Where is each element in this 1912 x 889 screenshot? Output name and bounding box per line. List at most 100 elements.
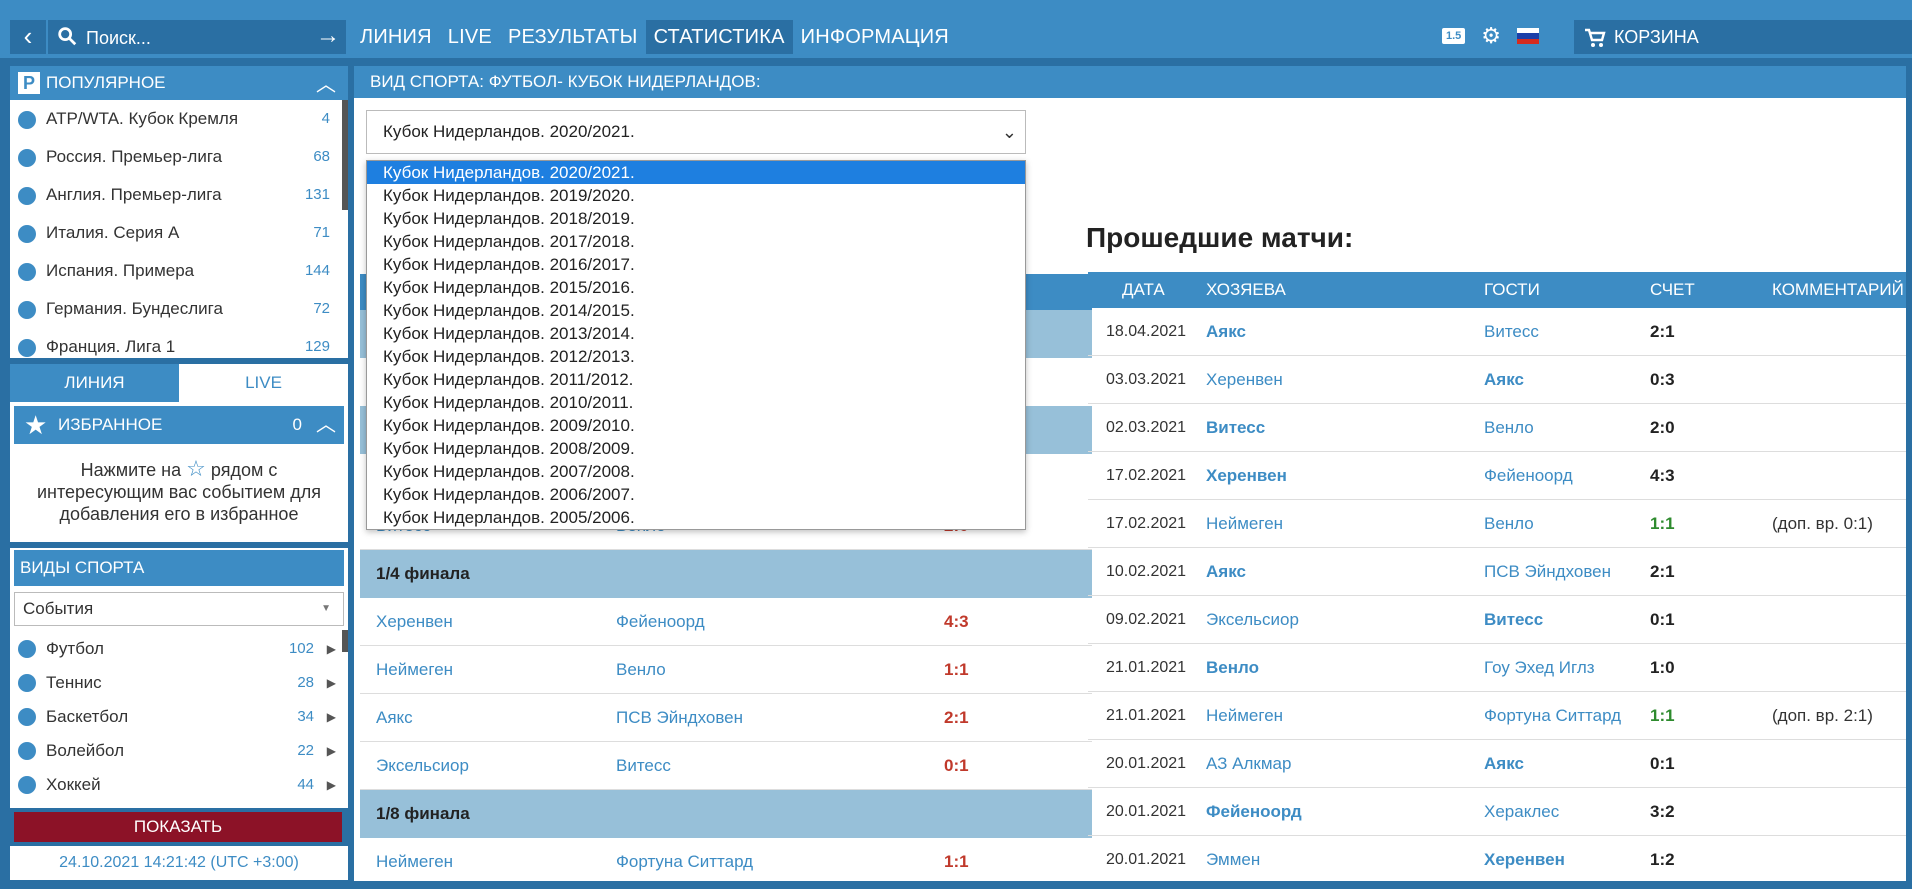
season-option[interactable]: Кубок Нидерландов. 2015/2016.: [367, 276, 1025, 299]
sport-item-basketball[interactable]: Баскетбол 34 ▶: [10, 700, 348, 734]
search-box[interactable]: Поиск... →: [48, 20, 346, 54]
sport-item-volleyball[interactable]: Волейбол 22 ▶: [10, 734, 348, 768]
season-option[interactable]: Кубок Нидерландов. 2008/2009.: [367, 437, 1025, 460]
popular-item[interactable]: Франция. Лига 1 129: [10, 328, 348, 358]
sport-item-football[interactable]: Футбол 102 ▶: [10, 632, 348, 666]
season-option[interactable]: Кубок Нидерландов. 2009/2010.: [367, 414, 1025, 437]
nav-statistics[interactable]: СТАТИСТИКА: [645, 20, 793, 54]
home-team[interactable]: Неймеген: [376, 838, 453, 881]
season-option[interactable]: Кубок Нидерландов. 2007/2008.: [367, 460, 1025, 483]
chevron-up-icon[interactable]: ︿: [316, 406, 336, 444]
guest-team[interactable]: Витесс: [1484, 308, 1539, 356]
popular-item[interactable]: Англия. Премьер-лига 131: [10, 176, 348, 214]
table-row[interactable]: Херенвен Фейеноорд 4:3: [360, 598, 1092, 646]
home-team[interactable]: Неймеген: [376, 646, 453, 694]
table-row[interactable]: 20.01.2021 Фейеноорд Хераклес 3:2: [1088, 788, 1906, 836]
season-option[interactable]: Кубок Нидерландов. 2010/2011.: [367, 391, 1025, 414]
home-team[interactable]: Херенвен: [376, 598, 453, 646]
odds-format-badge[interactable]: 1.5: [1442, 28, 1466, 44]
col-home[interactable]: ХОЗЯЕВА: [1206, 272, 1286, 308]
home-team[interactable]: АЗ Алкмар: [1206, 740, 1291, 788]
table-row[interactable]: 17.02.2021 Неймеген Венло 1:1 (доп. вр. 0:1): [1088, 500, 1906, 548]
guest-team[interactable]: Витесс: [616, 742, 671, 790]
guest-team[interactable]: Фортуна Ситтард: [1484, 692, 1621, 740]
season-option[interactable]: Кубок Нидерландов. 2011/2012.: [367, 368, 1025, 391]
nav-line[interactable]: ЛИНИЯ: [352, 20, 440, 54]
popular-scrollbar[interactable]: [342, 100, 348, 210]
col-comment[interactable]: КОММЕНТАРИЙ: [1772, 272, 1904, 308]
guest-team[interactable]: Витесс: [1484, 596, 1543, 644]
tab-line[interactable]: ЛИНИЯ: [10, 364, 179, 402]
table-row[interactable]: 10.02.2021 Аякс ПСВ Эйндховен 2:1: [1088, 548, 1906, 596]
back-arrow-icon[interactable]: ‹: [10, 20, 46, 54]
popular-header[interactable]: P ПОПУЛЯРНОЕ ︿: [10, 66, 348, 100]
search-submit-arrow-icon[interactable]: →: [316, 22, 340, 50]
guest-team[interactable]: Венло: [1484, 404, 1534, 452]
popular-item[interactable]: Германия. Бундеслига 72: [10, 290, 348, 328]
guest-team[interactable]: ПСВ Эйндховен: [1484, 548, 1611, 596]
table-row[interactable]: 21.01.2021 Венло Гоу Эхед Иглз 1:0: [1088, 644, 1906, 692]
table-row[interactable]: Неймеген Венло 1:1: [360, 646, 1092, 694]
home-team[interactable]: Фейеноорд: [1206, 788, 1302, 836]
chevron-up-icon[interactable]: ︿: [316, 68, 336, 102]
home-team[interactable]: Аякс: [376, 694, 413, 742]
table-row[interactable]: 17.02.2021 Херенвен Фейеноорд 4:3: [1088, 452, 1906, 500]
home-team[interactable]: Херенвен: [1206, 452, 1287, 500]
guest-team[interactable]: Венло: [1484, 500, 1534, 548]
popular-item[interactable]: Испания. Примера 144: [10, 252, 348, 290]
popular-item[interactable]: Россия. Премьер-лига 68: [10, 138, 348, 176]
guest-team[interactable]: Гоу Эхед Иглз: [1484, 644, 1595, 692]
home-team[interactable]: Аякс: [1206, 548, 1246, 596]
col-date[interactable]: ДАТА: [1122, 272, 1165, 308]
search-input[interactable]: Поиск...: [86, 28, 151, 49]
table-row[interactable]: 09.02.2021 Эксельсиор Витесс 0:1: [1088, 596, 1906, 644]
table-row[interactable]: Аякс ПСВ Эйндховен 2:1: [360, 694, 1092, 742]
guest-team[interactable]: Хераклес: [1484, 788, 1559, 836]
home-team[interactable]: Аякс: [1206, 308, 1246, 356]
sports-scrollbar[interactable]: [342, 630, 348, 652]
home-team[interactable]: Херенвен: [1206, 356, 1283, 404]
guest-team[interactable]: Аякс: [1484, 740, 1524, 788]
season-select[interactable]: Кубок Нидерландов. 2020/2021. ⌄: [366, 110, 1026, 154]
season-option[interactable]: Кубок Нидерландов. 2018/2019.: [367, 207, 1025, 230]
home-team[interactable]: Эксельсиор: [1206, 596, 1299, 644]
season-option[interactable]: Кубок Нидерландов. 2016/2017.: [367, 253, 1025, 276]
tab-live[interactable]: LIVE: [179, 364, 348, 402]
home-team[interactable]: Венло: [1206, 644, 1259, 692]
page-scrollbar[interactable]: [1906, 62, 1912, 889]
season-option[interactable]: Кубок Нидерландов. 2006/2007.: [367, 483, 1025, 506]
table-row[interactable]: Эксельсиор Витесс 0:1: [360, 742, 1092, 790]
sport-item-hockey[interactable]: Хоккей 44 ▶: [10, 768, 348, 802]
table-row[interactable]: 18.04.2021 Аякс Витесс 2:1: [1088, 308, 1906, 356]
russian-flag-icon[interactable]: [1517, 28, 1540, 44]
season-option[interactable]: Кубок Нидерландов. 2020/2021.: [367, 161, 1025, 184]
gear-icon[interactable]: ⚙: [1481, 24, 1501, 48]
popular-item[interactable]: ATP/WTA. Кубок Кремля 4: [10, 100, 348, 138]
season-option[interactable]: Кубок Нидерландов. 2012/2013.: [367, 345, 1025, 368]
favorites-header[interactable]: ★ ИЗБРАННОЕ 0 ︿: [14, 406, 344, 444]
guest-team[interactable]: ПСВ Эйндховен: [616, 694, 743, 742]
guest-team[interactable]: Фейеноорд: [1484, 452, 1573, 500]
popular-item[interactable]: Италия. Серия А 71: [10, 214, 348, 252]
table-row[interactable]: 03.03.2021 Херенвен Аякс 0:3: [1088, 356, 1906, 404]
season-option[interactable]: Кубок Нидерландов. 2013/2014.: [367, 322, 1025, 345]
season-option[interactable]: Кубок Нидерландов. 2005/2006.: [367, 506, 1025, 529]
guest-team[interactable]: Херенвен: [1484, 836, 1565, 881]
nav-info[interactable]: ИНФОРМАЦИЯ: [793, 20, 957, 54]
home-team[interactable]: Неймеген: [1206, 500, 1283, 548]
season-option[interactable]: Кубок Нидерландов. 2017/2018.: [367, 230, 1025, 253]
nav-live[interactable]: LIVE: [440, 20, 500, 54]
nav-results[interactable]: РЕЗУЛЬТАТЫ: [500, 20, 646, 54]
col-guest[interactable]: ГОСТИ: [1484, 272, 1540, 308]
home-team[interactable]: Эксельсиор: [376, 742, 469, 790]
table-row[interactable]: 20.01.2021 АЗ Алкмар Аякс 0:1: [1088, 740, 1906, 788]
home-team[interactable]: Витесс: [1206, 404, 1265, 452]
show-button[interactable]: ПОКАЗАТЬ: [14, 812, 342, 842]
guest-team[interactable]: Аякс: [1484, 356, 1524, 404]
guest-team[interactable]: Венло: [616, 646, 666, 694]
sport-item-tennis[interactable]: Теннис 28 ▶: [10, 666, 348, 700]
guest-team[interactable]: Фейеноорд: [616, 598, 705, 646]
table-row[interactable]: Неймеген Фортуна Ситтард 1:1: [360, 838, 1092, 881]
home-team[interactable]: Неймеген: [1206, 692, 1283, 740]
cart-button[interactable]: КОРЗИНА: [1574, 20, 1912, 54]
